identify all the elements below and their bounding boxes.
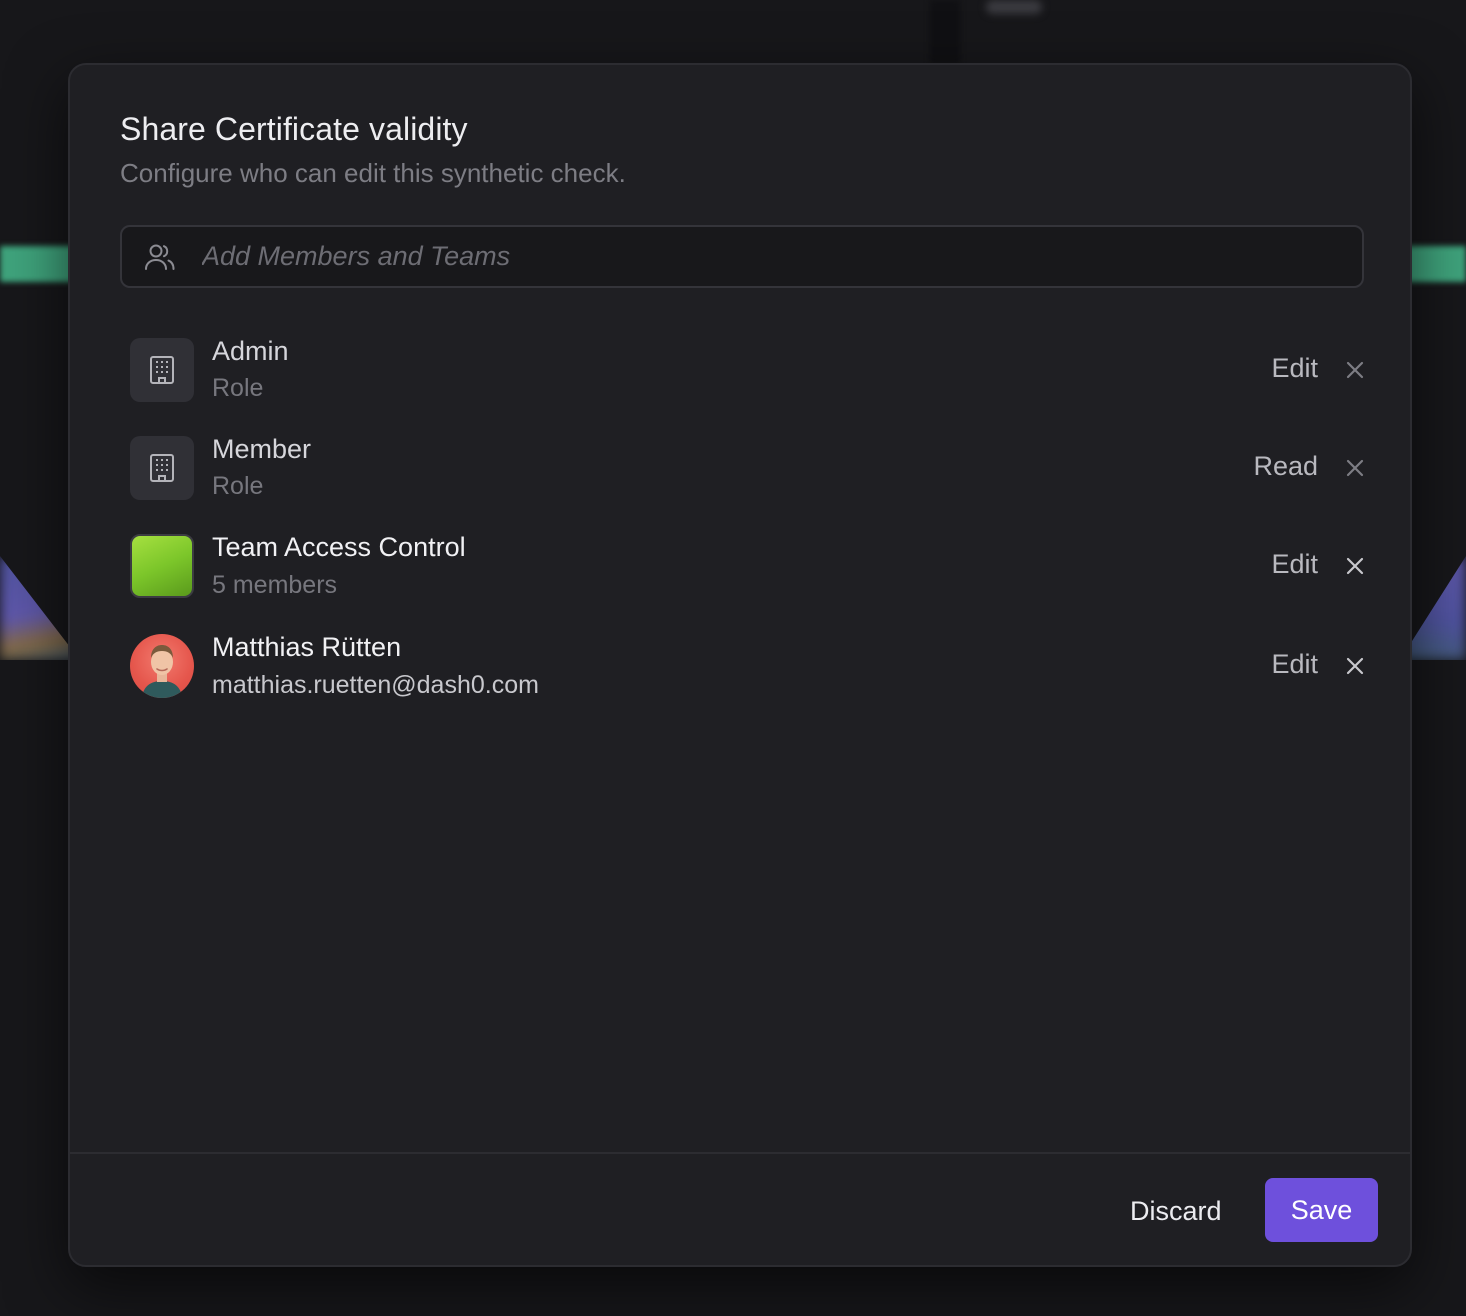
user-avatar (130, 634, 194, 698)
close-icon (1346, 361, 1364, 378)
building-icon (150, 356, 174, 384)
role-icon-tile (130, 338, 194, 402)
remove-entry-button[interactable] (1342, 654, 1368, 680)
entry-name: Matthias Rütten (212, 632, 402, 662)
team-color-swatch (130, 534, 194, 598)
remove-entry-button[interactable] (1342, 358, 1368, 384)
person-photo (142, 645, 182, 698)
close-icon (1346, 657, 1364, 674)
dialog-footer: Discard Save (70, 1152, 1410, 1265)
share-entry-user: Matthias Rütten matthias.ruetten@dash0.c… (130, 632, 1364, 704)
role-icon-tile (130, 436, 194, 500)
entry-subtitle: 5 members (212, 571, 338, 599)
share-dialog: Share Certificate validity Configure who… (68, 63, 1412, 1267)
save-button[interactable]: Save (1265, 1178, 1378, 1242)
background-divider (930, 0, 960, 64)
permission-dropdown[interactable]: Edit (1271, 649, 1318, 680)
close-icon (1346, 557, 1364, 574)
users-icon (145, 244, 175, 270)
share-entry-team: Team Access Control 5 members Edit (130, 532, 1364, 604)
entry-name: Admin (212, 336, 289, 366)
entry-name: Member (212, 434, 312, 464)
entry-email: matthias.ruetten@dash0.com (212, 671, 539, 699)
share-entry-member: Member Role Read (130, 434, 1364, 506)
building-icon (150, 454, 174, 482)
member-search-field[interactable] (120, 225, 1364, 288)
remove-entry-button[interactable] (1342, 456, 1368, 482)
discard-button[interactable]: Discard (1110, 1180, 1242, 1242)
share-entry-admin: Admin Role Edit (130, 336, 1364, 408)
remove-entry-button[interactable] (1342, 554, 1368, 580)
member-search-input[interactable] (202, 227, 1342, 286)
entry-name: Team Access Control (212, 532, 466, 562)
entry-subtitle: Role (212, 472, 264, 500)
permission-dropdown[interactable]: Read (1253, 451, 1318, 482)
permission-dropdown[interactable]: Edit (1271, 549, 1318, 580)
permission-dropdown[interactable]: Edit (1271, 353, 1318, 384)
dialog-subtitle: Configure who can edit this synthetic ch… (120, 158, 626, 188)
background-placeholder (986, 0, 1042, 14)
close-icon (1346, 459, 1364, 476)
entry-subtitle: Role (212, 374, 264, 402)
dialog-title: Share Certificate validity (120, 111, 468, 147)
